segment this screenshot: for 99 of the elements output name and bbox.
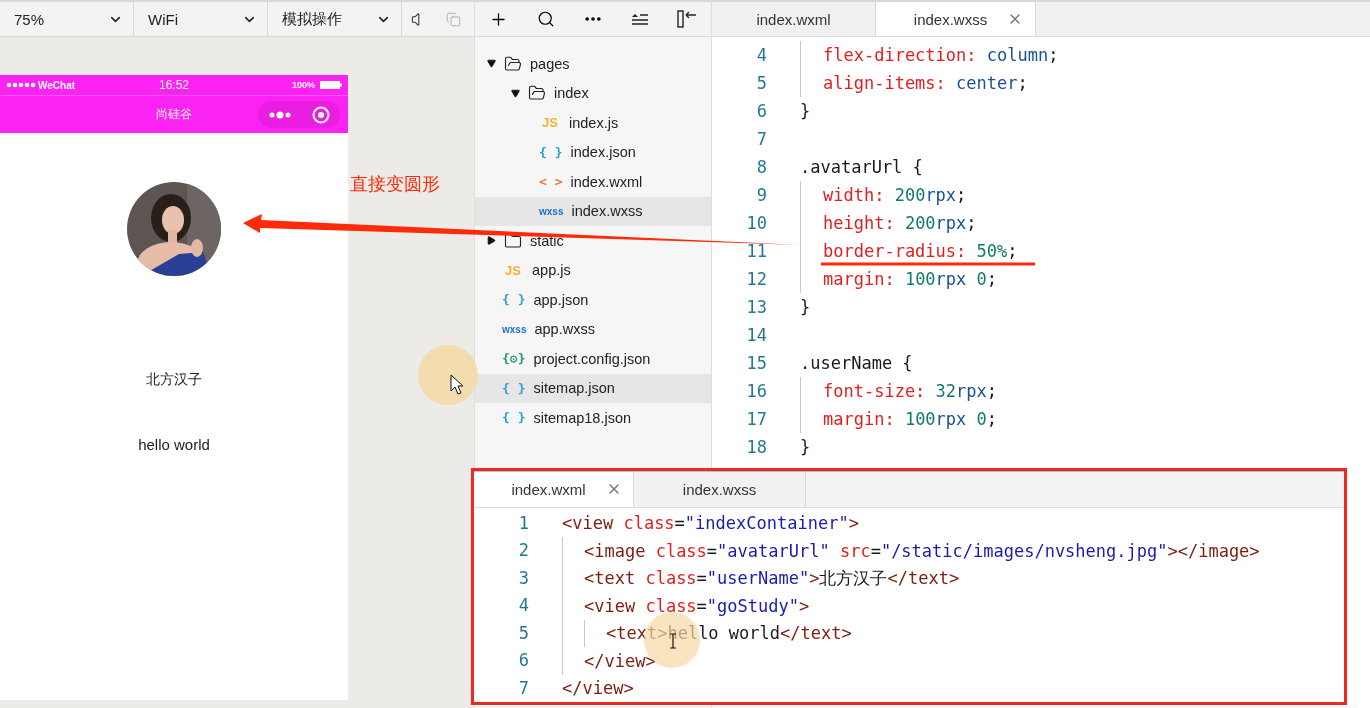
- editor-tab[interactable]: index.wxss: [876, 2, 1036, 36]
- collapse-panel-icon[interactable]: [676, 10, 697, 28]
- user-name: 北方汉子: [146, 371, 202, 389]
- code-line: align-items: center;: [823, 73, 1028, 93]
- file-row[interactable]: JS app.js: [475, 255, 711, 285]
- file-row[interactable]: { } sitemap18.json: [475, 403, 711, 433]
- line-number: 13: [745, 296, 768, 319]
- json-file-icon: { }: [502, 380, 526, 396]
- line-number: 2: [517, 539, 530, 562]
- line-number: 6: [755, 100, 768, 123]
- file-row[interactable]: JS index.js: [475, 108, 711, 138]
- line-number: 18: [745, 436, 768, 459]
- line-number: 4: [755, 44, 768, 67]
- code-line: <view class="goStudy">: [584, 595, 810, 616]
- code-line: <image class="avatarUrl" src="/static/images/nvsheng.jpg"></image>: [584, 540, 1260, 561]
- dropdown[interactable]: WiFi: [134, 2, 268, 36]
- line-number: 17: [745, 408, 768, 431]
- file-row[interactable]: {⚙} project.config.json: [475, 344, 711, 374]
- file-name: index.wxml: [570, 173, 643, 190]
- file-name: sitemap18.json: [533, 409, 631, 426]
- line-number: 10: [745, 212, 768, 235]
- code-line: .userName {: [800, 353, 913, 373]
- expanded-arrow-icon[interactable]: [511, 88, 520, 98]
- wxss-file-icon: wxss: [539, 205, 564, 217]
- code-line: }: [800, 437, 811, 457]
- expanded-arrow-icon[interactable]: [487, 59, 496, 69]
- wxml-file-icon: < >: [539, 174, 563, 190]
- folder-name[interactable]: index: [554, 85, 589, 102]
- wxss-file-icon: wxss: [502, 323, 527, 335]
- line-number: 7: [517, 676, 530, 700]
- code-line: .avatarUrl {: [800, 157, 923, 177]
- code-line: }: [800, 297, 811, 317]
- line-number: 3: [517, 566, 530, 590]
- line-number: 7: [755, 128, 768, 151]
- code-line: <text class="userName">北方汉子</text>: [584, 568, 960, 589]
- line-number: 9: [755, 184, 768, 207]
- file-row[interactable]: { } index.json: [475, 137, 711, 167]
- dropdown[interactable]: 模拟操作: [268, 2, 402, 36]
- code-line: margin: 100rpx 0;: [823, 269, 998, 289]
- file-name: project.config.json: [533, 350, 651, 367]
- line-number: 4: [517, 594, 530, 617]
- code-line: <text>hello world</text>: [606, 623, 852, 644]
- search-icon[interactable]: [536, 10, 555, 28]
- config-file-icon: {⚙}: [502, 351, 526, 367]
- line-number: 6: [517, 649, 530, 672]
- folder-name[interactable]: static: [530, 232, 564, 249]
- js-file-icon: JS: [502, 262, 524, 278]
- file-row[interactable]: { } sitemap.json: [475, 373, 711, 403]
- code-line: flex-direction: column;: [823, 45, 1059, 65]
- collapsed-arrow-icon[interactable]: [487, 236, 496, 246]
- outdent-icon[interactable]: [631, 13, 649, 25]
- code-line: height: 200rpx;: [823, 213, 977, 233]
- code-line: font-size: 32 rpx;: [823, 381, 998, 401]
- line-number: 1: [517, 511, 530, 535]
- line-number: 8: [755, 156, 768, 179]
- code-line: width: 200rpx;: [823, 185, 967, 205]
- json-file-icon: { }: [502, 410, 526, 426]
- code-line: margin: 100rpx 0;: [823, 409, 998, 429]
- file-name: app.wxss: [534, 321, 595, 338]
- target-icon[interactable]: [311, 105, 330, 124]
- carrier-label: WeChat: [38, 79, 76, 91]
- code-line: </view>: [584, 650, 656, 671]
- folder-name[interactable]: pages: [530, 55, 570, 72]
- code-line: </view>: [562, 678, 634, 699]
- hello-text: hello world: [138, 436, 210, 453]
- js-file-icon: JS: [539, 115, 561, 131]
- editor-tab[interactable]: index.wxml: [474, 472, 634, 507]
- file-name: index.wxss: [571, 203, 643, 220]
- line-number: 11: [745, 240, 768, 263]
- code-line: <view class="indexContainer">: [562, 513, 859, 534]
- folder-icon: [528, 84, 546, 103]
- line-number: 14: [745, 324, 768, 347]
- dropdown[interactable]: 75%: [0, 2, 134, 36]
- line-number: 5: [517, 621, 530, 645]
- battery-icon: [320, 81, 342, 89]
- folder-icon: [504, 54, 522, 73]
- file-row[interactable]: wxss index.wxss: [475, 196, 711, 226]
- battery-percent: 100%: [291, 80, 315, 90]
- file-name: index.js: [569, 114, 619, 131]
- file-name: app.js: [532, 262, 571, 279]
- line-number: 5: [755, 72, 768, 95]
- line-number: 12: [745, 268, 768, 291]
- file-row[interactable]: { } app.json: [475, 285, 711, 315]
- code-line: border-radius: 50%;: [823, 241, 1018, 261]
- file-row[interactable]: wxss app.wxss: [475, 314, 711, 344]
- file-row[interactable]: < > index.wxml: [475, 167, 711, 197]
- code-line: }: [800, 101, 811, 121]
- status-time: 16:52: [159, 78, 189, 92]
- line-number: 15: [745, 352, 768, 375]
- json-file-icon: { }: [502, 292, 526, 308]
- signal-icon: [6, 82, 36, 88]
- json-file-icon: { }: [539, 144, 563, 160]
- nav-title: 尚硅谷: [156, 106, 192, 123]
- annotation-text: 直接变圆形: [350, 173, 440, 196]
- capsule-menu[interactable]: [258, 101, 340, 128]
- file-name: index.json: [570, 144, 636, 161]
- file-name: app.json: [533, 291, 589, 308]
- file-name: sitemap.json: [533, 380, 615, 397]
- line-number: 16: [745, 380, 768, 403]
